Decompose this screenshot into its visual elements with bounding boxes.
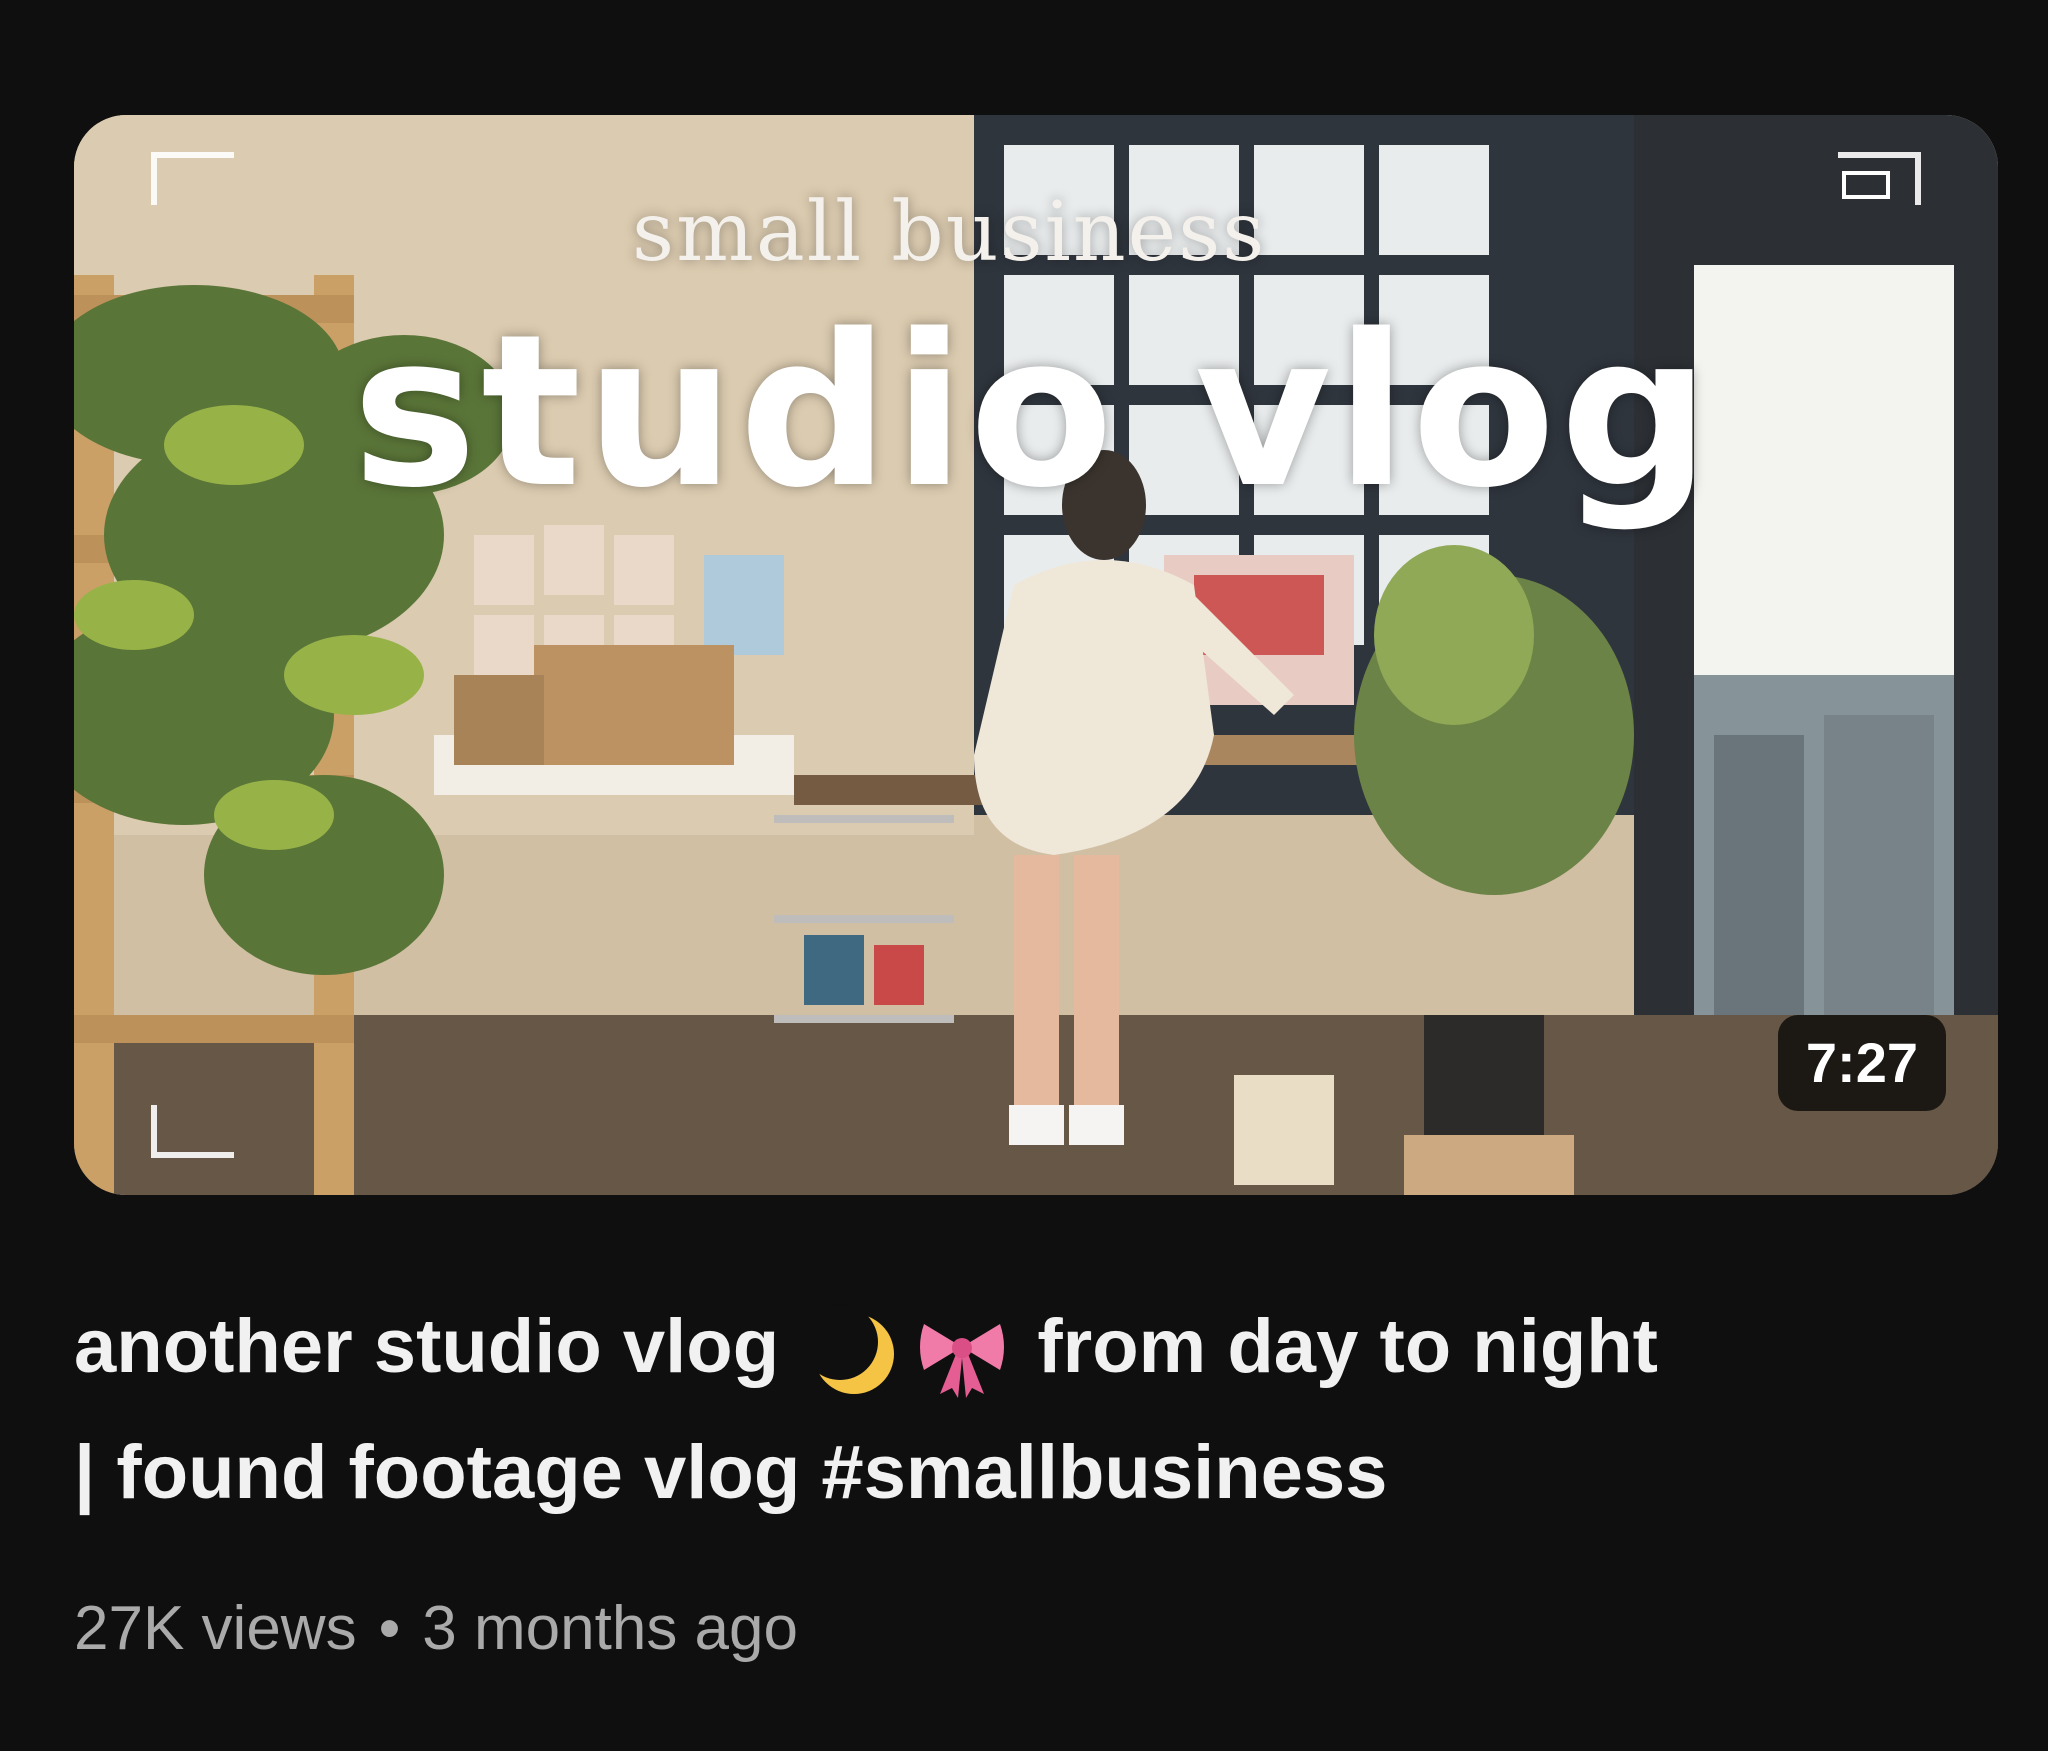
- pink-ribbon-icon: [920, 1323, 1005, 1398]
- video-metadata: 27K views • 3 months ago: [74, 1598, 798, 1660]
- video-title[interactable]: another studio vlog from day to night | …: [74, 1284, 1974, 1536]
- video-card[interactable]: small business studio vlog 7:27 another …: [0, 0, 2048, 1751]
- video-title-part-2: from day to night: [1037, 1304, 1658, 1389]
- meta-separator: •: [378, 1594, 401, 1663]
- crescent-moon-icon: [804, 1303, 895, 1394]
- duration-badge: 7:27: [1777, 1015, 1946, 1111]
- video-thumbnail[interactable]: small business studio vlog 7:27: [74, 115, 1998, 1195]
- video-title-part-1: another studio vlog: [74, 1304, 780, 1389]
- thumbnail-overlay-title: studio vlog: [352, 289, 1715, 534]
- thumbnail-overlay-subtitle: small business: [632, 185, 1267, 280]
- video-title-part-3: | found footage vlog #smallbusiness: [74, 1430, 1388, 1515]
- upload-age: 3 months ago: [422, 1594, 798, 1663]
- view-count: 27K views: [74, 1594, 357, 1663]
